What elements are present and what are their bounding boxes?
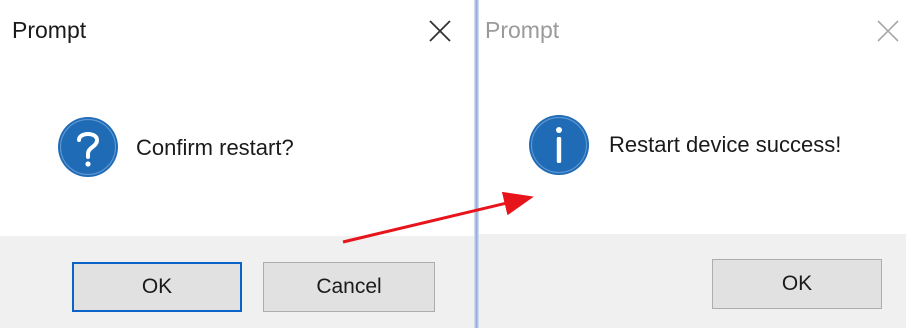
ok-button[interactable]: OK bbox=[72, 262, 242, 312]
close-icon[interactable] bbox=[428, 19, 452, 43]
confirm-message: Confirm restart? bbox=[136, 135, 294, 160]
info-icon bbox=[529, 115, 589, 175]
dialog-title: Prompt bbox=[12, 17, 87, 43]
question-icon bbox=[58, 117, 118, 177]
dialog-title: Prompt bbox=[485, 17, 560, 43]
dialog-footer: OK bbox=[479, 234, 906, 328]
cancel-button[interactable]: Cancel bbox=[263, 262, 435, 312]
dialog-footer: OK Cancel bbox=[0, 236, 474, 328]
ok-button[interactable]: OK bbox=[712, 259, 882, 309]
restart-success-dialog: Prompt Restart device success! OK bbox=[479, 0, 906, 328]
confirm-restart-dialog: Prompt Confirm restart? OK Cancel bbox=[0, 0, 474, 328]
success-message: Restart device success! bbox=[609, 132, 842, 157]
close-icon[interactable] bbox=[876, 19, 900, 43]
